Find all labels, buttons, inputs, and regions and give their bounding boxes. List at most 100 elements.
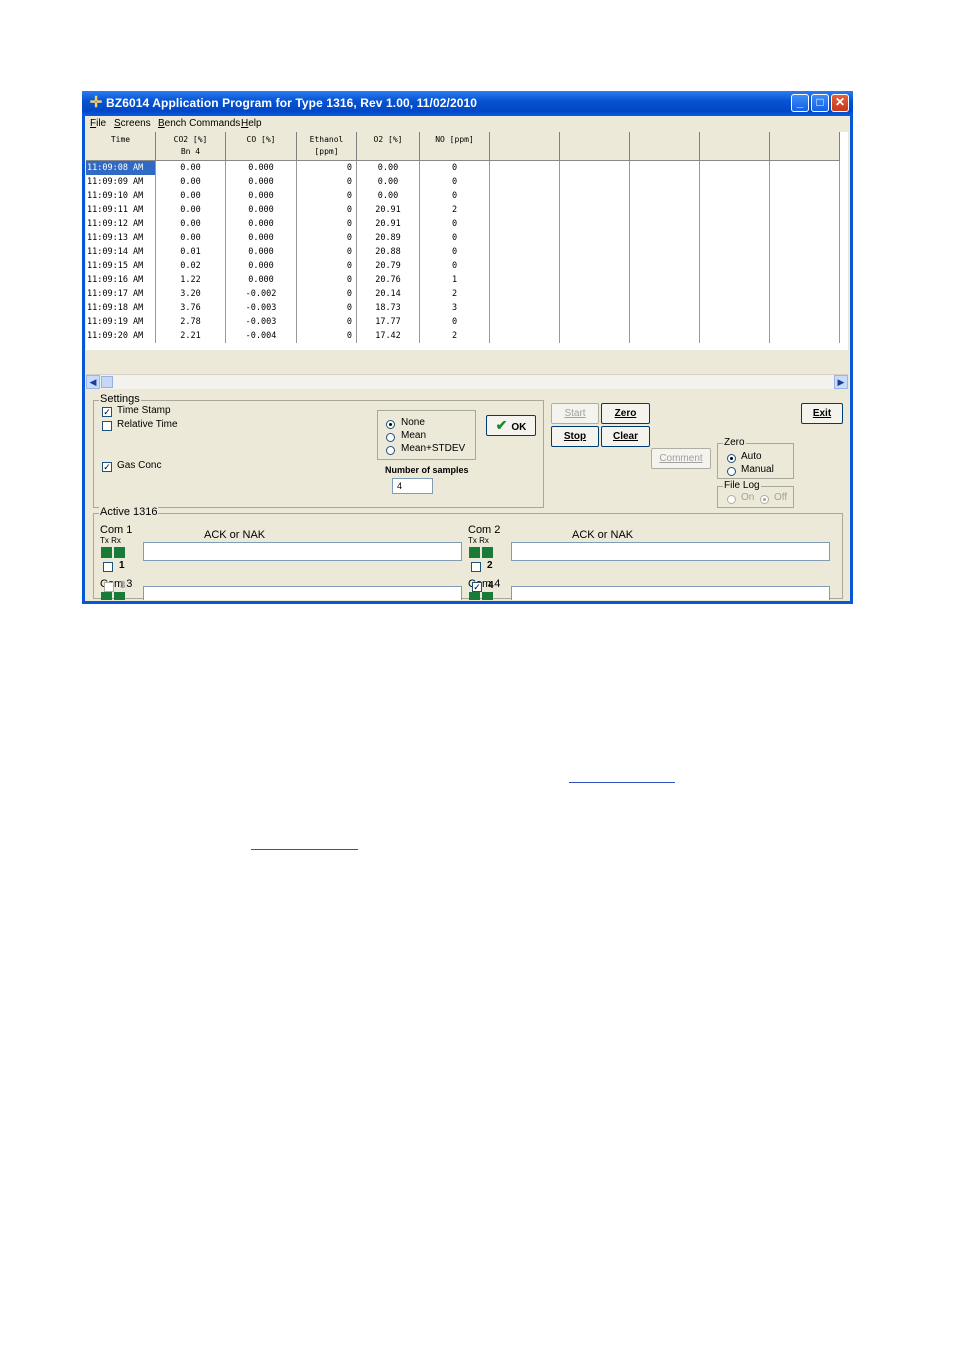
column-header[interactable] bbox=[560, 132, 630, 160]
table-cell[interactable]: 0.00 bbox=[156, 231, 226, 245]
table-cell[interactable] bbox=[700, 287, 770, 301]
table-cell[interactable]: 11:09:09 AM bbox=[86, 175, 156, 189]
table-cell[interactable]: 0.00 bbox=[156, 203, 226, 217]
table-cell[interactable]: 0 bbox=[297, 189, 357, 203]
table-row[interactable]: 11:09:11 AM 0.00 0.000 0 20.91 2 bbox=[86, 203, 840, 217]
table-cell[interactable]: 3 bbox=[420, 301, 490, 315]
table-row[interactable]: 11:09:10 AM 0.00 0.000 0 0.00 0 bbox=[86, 189, 840, 203]
table-cell[interactable]: 0 bbox=[420, 315, 490, 329]
table-cell[interactable] bbox=[770, 161, 840, 175]
table-cell[interactable] bbox=[700, 175, 770, 189]
table-cell[interactable] bbox=[630, 315, 700, 329]
table-cell[interactable]: 0 bbox=[297, 287, 357, 301]
table-cell[interactable] bbox=[560, 203, 630, 217]
table-cell[interactable] bbox=[770, 287, 840, 301]
file-log-on-radio[interactable] bbox=[727, 495, 736, 504]
table-cell[interactable]: 11:09:08 AM bbox=[86, 161, 156, 175]
table-cell[interactable] bbox=[630, 329, 700, 343]
table-cell[interactable]: 0.00 bbox=[156, 175, 226, 189]
table-cell[interactable] bbox=[770, 301, 840, 315]
table-cell[interactable]: 17.77 bbox=[357, 315, 420, 329]
table-cell[interactable] bbox=[560, 189, 630, 203]
table-cell[interactable] bbox=[490, 273, 560, 287]
table-cell[interactable]: 2.78 bbox=[156, 315, 226, 329]
table-cell[interactable] bbox=[770, 259, 840, 273]
title-bar[interactable]: ✛ BZ6014 Application Program for Type 13… bbox=[82, 91, 853, 116]
table-cell[interactable]: 0.00 bbox=[156, 161, 226, 175]
gas-conc-checkbox[interactable]: ✓ bbox=[102, 462, 112, 472]
table-cell[interactable]: 0 bbox=[420, 245, 490, 259]
maximize-button[interactable]: □ bbox=[811, 94, 829, 112]
table-cell[interactable]: 2 bbox=[420, 329, 490, 343]
table-cell[interactable] bbox=[700, 273, 770, 287]
table-cell[interactable] bbox=[560, 217, 630, 231]
table-row[interactable]: 11:09:12 AM 0.00 0.000 0 20.91 0 bbox=[86, 217, 840, 231]
table-cell[interactable] bbox=[560, 287, 630, 301]
table-cell[interactable] bbox=[630, 273, 700, 287]
table-cell[interactable]: 11:09:10 AM bbox=[86, 189, 156, 203]
close-button[interactable]: ✕ bbox=[831, 94, 849, 112]
table-cell[interactable]: 0.000 bbox=[226, 203, 297, 217]
table-cell[interactable]: 20.79 bbox=[357, 259, 420, 273]
table-row[interactable]: 11:09:20 AM 2.21 -0.004 0 17.42 2 bbox=[86, 329, 840, 343]
table-cell[interactable] bbox=[630, 259, 700, 273]
table-cell[interactable] bbox=[490, 259, 560, 273]
column-header[interactable]: NO [ppm] bbox=[420, 132, 490, 160]
table-cell[interactable] bbox=[490, 301, 560, 315]
scroll-thumb[interactable] bbox=[101, 376, 113, 388]
table-cell[interactable] bbox=[630, 203, 700, 217]
table-cell[interactable]: 0.000 bbox=[226, 175, 297, 189]
table-cell[interactable]: 20.88 bbox=[357, 245, 420, 259]
table-cell[interactable] bbox=[700, 329, 770, 343]
table-cell[interactable]: 2.21 bbox=[156, 329, 226, 343]
table-cell[interactable] bbox=[560, 259, 630, 273]
table-cell[interactable]: 11:09:18 AM bbox=[86, 301, 156, 315]
file-log-off-radio[interactable] bbox=[760, 495, 769, 504]
table-cell[interactable] bbox=[770, 175, 840, 189]
table-cell[interactable]: 0 bbox=[297, 329, 357, 343]
table-cell[interactable]: 1.22 bbox=[156, 273, 226, 287]
table-cell[interactable] bbox=[630, 231, 700, 245]
table-cell[interactable]: 0.00 bbox=[357, 189, 420, 203]
table-cell[interactable]: 0 bbox=[297, 161, 357, 175]
column-header[interactable] bbox=[630, 132, 700, 160]
table-cell[interactable]: 0.000 bbox=[226, 259, 297, 273]
scroll-left-icon[interactable]: ◀ bbox=[86, 375, 100, 389]
table-cell[interactable] bbox=[560, 231, 630, 245]
table-cell[interactable]: 11:09:14 AM bbox=[86, 245, 156, 259]
table-cell[interactable]: 0.000 bbox=[226, 189, 297, 203]
time-stamp-checkbox[interactable]: ✓ bbox=[102, 407, 112, 417]
table-cell[interactable] bbox=[770, 329, 840, 343]
table-cell[interactable]: 20.76 bbox=[357, 273, 420, 287]
minimize-button[interactable]: _ bbox=[791, 94, 809, 112]
table-cell[interactable] bbox=[630, 287, 700, 301]
com4-response-field[interactable] bbox=[511, 586, 830, 600]
table-row[interactable]: 11:09:13 AM 0.00 0.000 0 20.89 0 bbox=[86, 231, 840, 245]
table-cell[interactable] bbox=[770, 203, 840, 217]
table-cell[interactable]: 3.76 bbox=[156, 301, 226, 315]
com1-checkbox[interactable] bbox=[103, 562, 113, 572]
table-cell[interactable]: 1 bbox=[420, 273, 490, 287]
table-cell[interactable] bbox=[490, 189, 560, 203]
table-cell[interactable]: 0 bbox=[297, 315, 357, 329]
table-cell[interactable]: 0 bbox=[297, 245, 357, 259]
horizontal-scrollbar[interactable]: ◀ ▶ bbox=[86, 374, 848, 389]
table-row[interactable]: 11:09:08 AM 0.00 0.000 0 0.00 0 bbox=[86, 161, 840, 175]
clear-button[interactable]: Clear bbox=[601, 426, 650, 447]
table-cell[interactable]: 0.00 bbox=[357, 175, 420, 189]
table-cell[interactable]: 0.000 bbox=[226, 161, 297, 175]
menu-bench-commands[interactable]: Bench Commands bbox=[158, 118, 240, 129]
table-cell[interactable]: 0 bbox=[420, 161, 490, 175]
com4-checkbox[interactable]: ✓ bbox=[472, 582, 482, 592]
table-cell[interactable]: 11:09:13 AM bbox=[86, 231, 156, 245]
column-header[interactable] bbox=[700, 132, 770, 160]
table-cell[interactable]: 18.73 bbox=[357, 301, 420, 315]
table-cell[interactable] bbox=[700, 217, 770, 231]
table-cell[interactable]: -0.003 bbox=[226, 315, 297, 329]
zero-manual-radio[interactable] bbox=[727, 467, 736, 476]
table-cell[interactable]: 20.89 bbox=[357, 231, 420, 245]
comment-button[interactable]: Comment bbox=[651, 448, 711, 469]
table-row[interactable]: 11:09:14 AM 0.01 0.000 0 20.88 0 bbox=[86, 245, 840, 259]
none-radio[interactable] bbox=[386, 420, 395, 429]
link-underline[interactable] bbox=[251, 849, 358, 850]
